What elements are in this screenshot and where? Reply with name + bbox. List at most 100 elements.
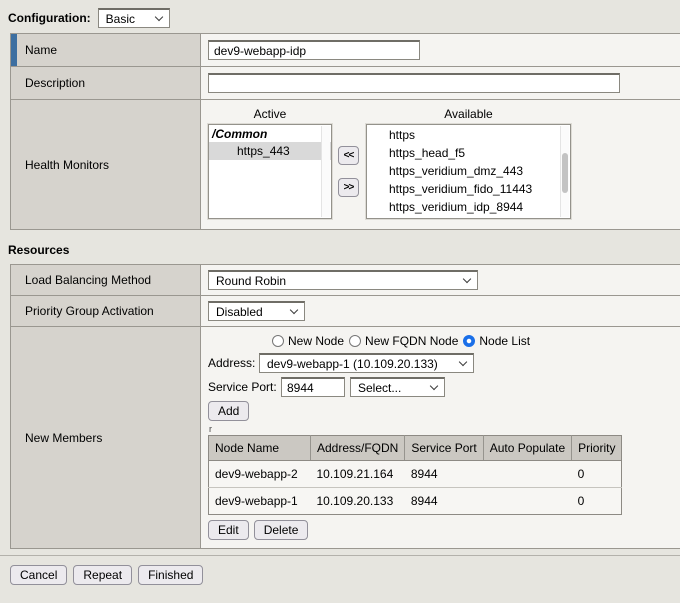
description-row: Description	[11, 67, 680, 100]
add-button[interactable]: Add	[208, 401, 249, 421]
col-service-port: Service Port	[405, 436, 483, 461]
general-properties-table: Name Description Health Monitors Active …	[10, 33, 680, 230]
radio-icon	[272, 335, 284, 347]
radio-node-list-label: Node List	[479, 334, 530, 348]
service-port-input[interactable]	[281, 377, 345, 397]
new-members-label: New Members	[25, 431, 102, 445]
available-monitor-option[interactable]: https_head_f5	[367, 144, 570, 162]
priority-group-row: Priority Group Activation Disabled	[11, 296, 680, 327]
cell-node-name: dev9-webapp-1	[209, 488, 311, 515]
priority-group-value-cell: Disabled	[201, 296, 680, 326]
delete-button[interactable]: Delete	[254, 520, 309, 540]
active-monitors-listbox[interactable]: /Common https_443	[208, 124, 332, 219]
add-button-row: Add	[208, 401, 680, 421]
health-monitors-label-cell: Health Monitors	[11, 100, 201, 229]
chevron-down-icon	[290, 306, 298, 314]
member-type-radio-group: New Node New FQDN Node Node List	[272, 334, 680, 348]
active-partition-group: /Common	[209, 126, 331, 142]
service-port-select-value: Select...	[358, 381, 401, 395]
address-label: Address:	[208, 356, 259, 370]
available-list-header: Available	[366, 106, 571, 124]
address-select[interactable]: dev9-webapp-1 (10.109.20.133)	[259, 353, 474, 373]
col-auto-populate: Auto Populate	[483, 436, 571, 461]
available-list-scrollbar[interactable]	[560, 126, 569, 217]
available-monitor-option[interactable]: https	[367, 126, 570, 144]
address-select-value: dev9-webapp-1 (10.109.20.133)	[267, 357, 438, 371]
new-members-value-cell: New Node New FQDN Node Node List Address…	[201, 327, 680, 548]
active-monitor-option[interactable]: https_443	[209, 142, 331, 160]
active-list-header: Active	[208, 106, 332, 124]
health-monitors-label: Health Monitors	[25, 158, 109, 172]
name-label: Name	[25, 43, 57, 57]
member-actions-row: Edit Delete	[208, 520, 680, 540]
service-port-label: Service Port:	[208, 380, 281, 394]
resources-table: Load Balancing Method Round Robin Priori…	[10, 264, 680, 549]
available-monitor-option[interactable]: https_veridium_idp_8944	[367, 198, 570, 216]
description-value-cell	[201, 67, 680, 99]
priority-group-select-value: Disabled	[216, 305, 263, 319]
chevron-down-icon	[430, 382, 438, 390]
description-input[interactable]	[208, 73, 620, 93]
edit-button[interactable]: Edit	[208, 520, 249, 540]
new-members-row: New Members New Node New FQDN Node Node …	[11, 327, 680, 548]
service-port-field-row: Service Port: Select...	[208, 377, 680, 397]
cell-priority: 0	[572, 488, 622, 515]
configuration-select-value: Basic	[106, 12, 135, 26]
stray-text: r	[209, 425, 680, 433]
configuration-select[interactable]: Basic	[98, 8, 170, 28]
load-balancing-label-cell: Load Balancing Method	[11, 265, 201, 295]
name-input[interactable]	[208, 40, 420, 60]
chevron-down-icon	[154, 13, 162, 21]
cell-auto-populate	[483, 461, 571, 488]
col-node-name: Node Name	[209, 436, 311, 461]
load-balancing-value-cell: Round Robin	[201, 265, 680, 295]
load-balancing-select-value: Round Robin	[216, 274, 286, 288]
member-row[interactable]: dev9-webapp-1 10.109.20.133 8944 0	[209, 488, 622, 515]
address-field-row: Address: dev9-webapp-1 (10.109.20.133)	[208, 353, 680, 373]
members-table: Node Name Address/FQDN Service Port Auto…	[208, 435, 622, 515]
priority-group-label: Priority Group Activation	[25, 304, 154, 318]
resources-section-header: Resources	[8, 243, 680, 257]
health-monitors-value-cell: Active /Common https_443 << >> Available…	[201, 100, 680, 229]
scrollbar-thumb[interactable]	[562, 153, 568, 193]
available-monitors-listbox[interactable]: https https_head_f5 https_veridium_dmz_4…	[366, 124, 571, 219]
priority-group-label-cell: Priority Group Activation	[11, 296, 201, 326]
new-members-label-cell: New Members	[11, 327, 201, 548]
repeat-button[interactable]: Repeat	[73, 565, 132, 585]
move-to-available-button[interactable]: >>	[338, 178, 359, 197]
name-label-cell: Name	[11, 34, 201, 66]
active-list-scrollbar[interactable]	[321, 126, 330, 217]
chevron-down-icon	[463, 275, 471, 283]
col-priority: Priority	[572, 436, 622, 461]
service-port-select[interactable]: Select...	[350, 377, 445, 397]
cell-service-port: 8944	[405, 488, 483, 515]
cell-node-name: dev9-webapp-2	[209, 461, 311, 488]
description-label: Description	[25, 76, 85, 90]
configuration-label: Configuration:	[8, 11, 91, 25]
cancel-button[interactable]: Cancel	[10, 565, 67, 585]
description-label-cell: Description	[11, 67, 201, 99]
name-value-cell	[201, 34, 680, 66]
radio-icon	[349, 335, 361, 347]
col-address-fqdn: Address/FQDN	[311, 436, 405, 461]
finished-button[interactable]: Finished	[138, 565, 203, 585]
available-monitor-option[interactable]: https_veridium_dmz_443	[367, 162, 570, 180]
radio-new-node-label: New Node	[288, 334, 344, 348]
radio-node-list[interactable]: Node List	[463, 334, 530, 348]
cell-address-fqdn: 10.109.20.133	[311, 488, 405, 515]
available-monitor-option[interactable]: https_veridium_fido_11443	[367, 180, 570, 198]
configuration-bar: Configuration: Basic	[0, 0, 680, 33]
load-balancing-select[interactable]: Round Robin	[208, 270, 478, 290]
move-to-active-button[interactable]: <<	[338, 146, 359, 165]
priority-group-select[interactable]: Disabled	[208, 301, 305, 321]
name-row: Name	[11, 34, 680, 67]
radio-new-node[interactable]: New Node	[272, 334, 344, 348]
cell-auto-populate	[483, 488, 571, 515]
member-row[interactable]: dev9-webapp-2 10.109.21.164 8944 0	[209, 461, 622, 488]
load-balancing-label: Load Balancing Method	[25, 273, 151, 287]
radio-icon	[463, 335, 475, 347]
radio-new-fqdn-node[interactable]: New FQDN Node	[349, 334, 458, 348]
footer-divider	[0, 555, 680, 556]
chevron-down-icon	[459, 358, 467, 366]
members-table-header-row: Node Name Address/FQDN Service Port Auto…	[209, 436, 622, 461]
